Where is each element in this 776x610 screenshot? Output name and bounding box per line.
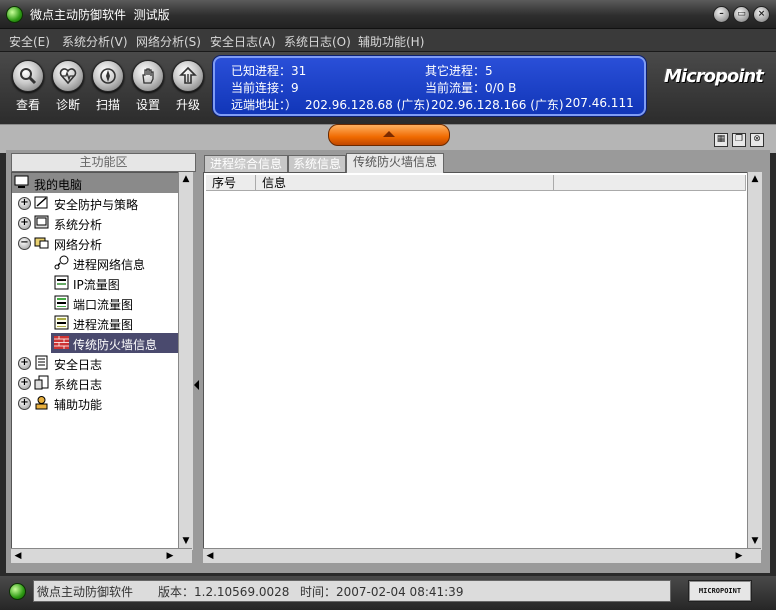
scroll-right-arrow-icon[interactable]: ▶ xyxy=(732,549,746,563)
tree-item-process-network-info[interactable]: 进程网络信息 xyxy=(12,253,178,273)
function-tree: 我的电脑 + 安全防护与策略 + 系统分析 − 网络分析 进程网络信息 IP流量… xyxy=(11,172,179,550)
panel-splitter[interactable] xyxy=(193,172,201,560)
menu-bar: 安全(E) 系统分析(V) 网络分析(S) 安全日志(A) 系统日志(O) 辅助… xyxy=(0,29,776,52)
scan-button[interactable]: 扫描 xyxy=(88,60,128,113)
column-header-info[interactable]: 信息 xyxy=(256,175,554,191)
tree-item-system-log[interactable]: + 系统日志 xyxy=(12,373,178,393)
heartbeat-icon xyxy=(52,60,84,92)
grid-view-button[interactable]: ▦ xyxy=(714,133,728,147)
current-traffic: 当前流量：0/0 B xyxy=(425,81,517,95)
expand-icon[interactable]: + xyxy=(18,357,31,370)
tree-item-process-traffic[interactable]: 进程流量图 xyxy=(12,313,178,333)
remote-address-label: 远端地址：） xyxy=(231,98,298,112)
tree-item-port-traffic[interactable]: 端口流量图 xyxy=(12,293,178,313)
window-view-button[interactable]: ❐ xyxy=(732,133,746,147)
tree-item-firewall-info[interactable]: 传统防火墙信息 xyxy=(51,333,178,353)
column-header-empty xyxy=(554,175,746,191)
current-connections: 当前连接：9 xyxy=(231,81,299,95)
status-app-name: 微点主动防御软件 xyxy=(37,585,134,599)
status-version: 版本：1.2.10569.0028 xyxy=(158,585,290,599)
ip-chart-icon xyxy=(54,275,69,290)
scroll-up-arrow-icon[interactable]: ▲ xyxy=(748,172,762,186)
tree-item-my-computer[interactable]: 我的电脑 xyxy=(12,173,178,193)
tab-system-info[interactable]: 系统信息 xyxy=(288,155,346,172)
table-vertical-scrollbar[interactable]: ▲ ▼ xyxy=(747,172,762,550)
settings-button[interactable]: 设置 xyxy=(128,60,168,113)
window-title: 微点主动防御软件 测试版 xyxy=(30,8,170,22)
hand-icon xyxy=(132,60,164,92)
system-log-icon xyxy=(34,375,49,390)
menu-network-analysis[interactable]: 网络分析(S) xyxy=(136,33,201,50)
remote-address-3: 207.46.111 xyxy=(565,96,634,110)
process-chart-icon xyxy=(54,315,69,330)
scroll-right-arrow-icon[interactable]: ▶ xyxy=(163,549,177,563)
status-panel: 微点主动防御软件 版本：1.2.10569.0028 时间：2007-02-04… xyxy=(33,580,671,602)
up-arrow-icon xyxy=(383,131,395,137)
column-header-index[interactable]: 序号 xyxy=(206,175,256,191)
network-icon xyxy=(34,237,49,249)
micropoint-logo: Micropoint xyxy=(664,66,764,87)
monitor-icon xyxy=(34,215,49,229)
view-button[interactable]: 查看 xyxy=(8,60,48,113)
table-horizontal-scrollbar[interactable]: ◀ ▶ xyxy=(203,548,761,563)
menu-security[interactable]: 安全(E) xyxy=(9,33,50,50)
toolbar: 查看 诊断 扫描 设置 升级 已知进程：31 其它进程：5 当前连接：9 当前流… xyxy=(0,52,776,124)
expand-icon[interactable]: + xyxy=(18,217,31,230)
tab-process-info[interactable]: 进程综合信息 xyxy=(204,155,288,172)
tree-item-security-log[interactable]: + 安全日志 xyxy=(12,353,178,373)
tree-item-network-analysis[interactable]: − 网络分析 xyxy=(12,233,178,253)
menu-auxiliary[interactable]: 辅助功能(H) xyxy=(358,33,424,50)
firewall-icon xyxy=(54,336,69,349)
process-network-icon xyxy=(54,255,69,270)
shield-policy-icon xyxy=(34,196,48,209)
status-info-panel: 已知进程：31 其它进程：5 当前连接：9 当前流量：0/0 B 远端地址：） … xyxy=(213,56,646,116)
computer-icon xyxy=(14,175,29,188)
port-chart-icon xyxy=(54,295,69,310)
restore-button[interactable]: ▭ xyxy=(733,6,750,23)
tab-firewall-info[interactable]: 传统防火墙信息 xyxy=(346,153,444,173)
scan-icon xyxy=(92,60,124,92)
scroll-left-arrow-icon[interactable]: ◀ xyxy=(11,549,25,563)
collapse-left-arrow-icon[interactable] xyxy=(194,380,199,390)
tree-horizontal-scrollbar[interactable]: ◀ ▶ xyxy=(11,548,192,563)
micropoint-status-logo: MICROPOINT xyxy=(688,580,752,602)
scroll-down-arrow-icon[interactable]: ▼ xyxy=(179,534,193,548)
expand-icon[interactable]: + xyxy=(18,397,31,410)
upgrade-arrow-icon xyxy=(172,60,204,92)
magnifier-icon xyxy=(12,60,44,92)
menu-security-log[interactable]: 安全日志(A) xyxy=(210,33,276,50)
firewall-info-table: 序号 信息 xyxy=(203,172,749,550)
other-processes: 其它进程：5 xyxy=(425,64,493,78)
close-button[interactable]: × xyxy=(753,6,770,23)
remote-address-1: 202.96.128.68 (广东) xyxy=(305,98,430,112)
tools-icon xyxy=(35,396,48,410)
status-time: 时间：2007-02-04 08:41:39 xyxy=(300,585,464,599)
title-bar: 微点主动防御软件 测试版 – ▭ × xyxy=(0,0,776,29)
known-processes: 已知进程：31 xyxy=(231,64,307,78)
main-function-header: 主功能区 xyxy=(11,153,196,172)
remote-address-2: 202.96.128.166 (广东) xyxy=(431,98,564,112)
menu-system-analysis[interactable]: 系统分析(V) xyxy=(62,33,128,50)
minimize-button[interactable]: – xyxy=(713,6,730,23)
diagnose-button[interactable]: 诊断 xyxy=(48,60,88,113)
upgrade-button[interactable]: 升级 xyxy=(168,60,208,113)
scroll-left-arrow-icon[interactable]: ◀ xyxy=(203,549,217,563)
tree-item-system-analysis[interactable]: + 系统分析 xyxy=(12,213,178,233)
expand-icon[interactable]: + xyxy=(18,197,31,210)
security-log-icon xyxy=(35,355,48,370)
scroll-down-arrow-icon[interactable]: ▼ xyxy=(748,534,762,548)
expand-icon[interactable]: + xyxy=(18,377,31,390)
menu-system-log[interactable]: 系统日志(O) xyxy=(284,33,351,50)
scroll-up-arrow-icon[interactable]: ▲ xyxy=(179,172,193,186)
status-indicator-icon xyxy=(9,583,26,600)
tree-vertical-scrollbar[interactable]: ▲ ▼ xyxy=(178,172,193,550)
close-panel-button[interactable]: ⊗ xyxy=(750,133,764,147)
tree-item-ip-traffic[interactable]: IP流量图 xyxy=(12,273,178,293)
collapse-icon[interactable]: − xyxy=(18,237,31,250)
collapse-toolbar-button[interactable] xyxy=(328,124,450,146)
tree-item-auxiliary[interactable]: + 辅助功能 xyxy=(12,393,178,413)
app-icon xyxy=(6,6,23,23)
tree-item-security-policy[interactable]: + 安全防护与策略 xyxy=(12,193,178,213)
